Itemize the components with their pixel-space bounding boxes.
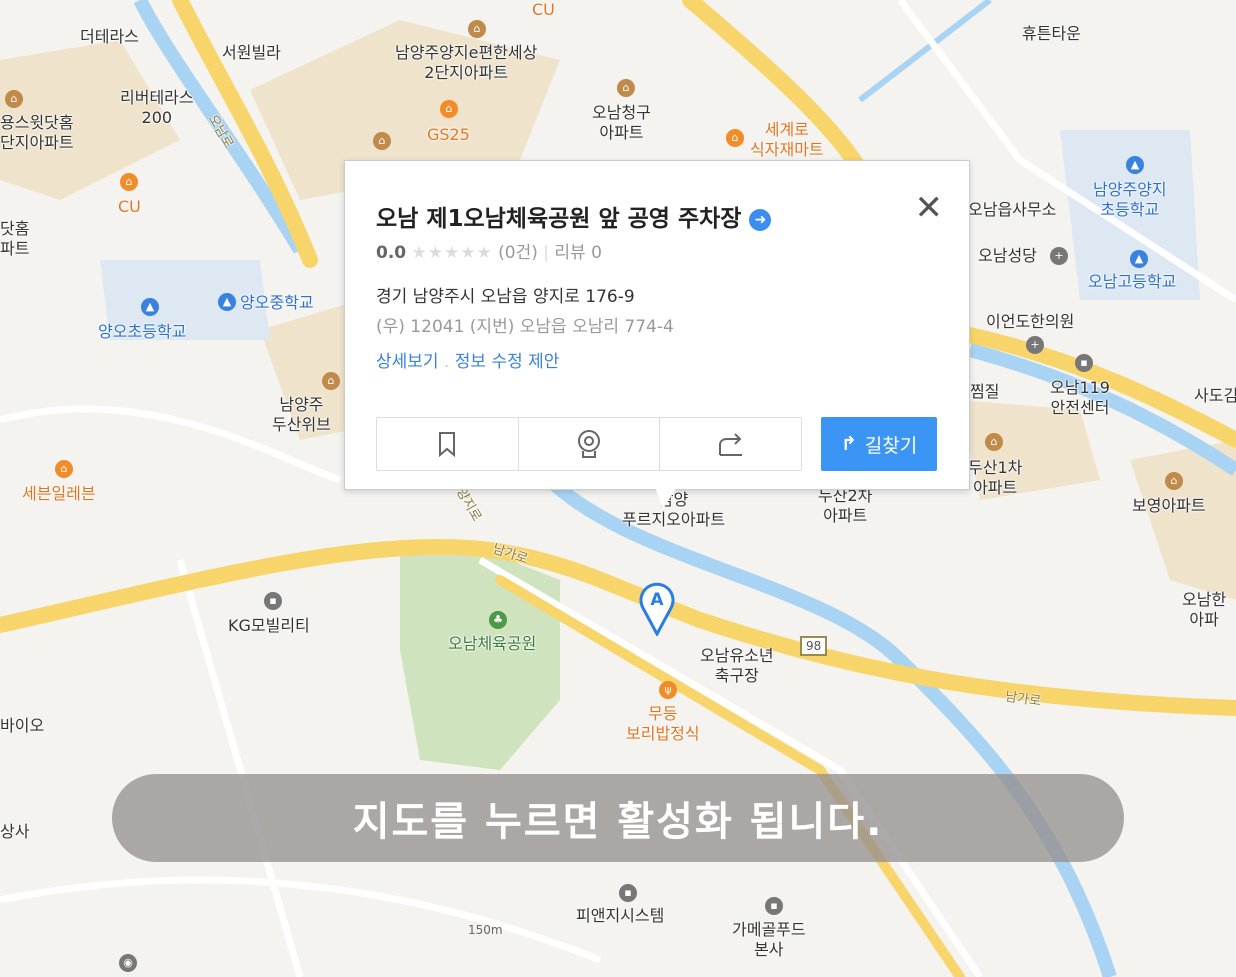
- park-area: [400, 545, 560, 770]
- directions-button[interactable]: ↱ 길찾기: [821, 417, 937, 471]
- map-label[interactable]: 남양주양지 초등학교: [1093, 180, 1167, 220]
- place-info-popup: 오남 제1오남체육공원 앞 공영 주차장 ➜ ✕ 0.0 ★★★★★ (0건) |…: [344, 160, 970, 509]
- school-icon[interactable]: ▲: [1130, 250, 1148, 268]
- place-title: 오남 제1오남체육공원 앞 공영 주차장 ➜: [376, 199, 772, 233]
- fire-station-icon[interactable]: ▪: [1075, 354, 1093, 372]
- rating-row: 0.0 ★★★★★ (0건) | 리뷰 0: [376, 238, 602, 263]
- map-label[interactable]: 두산1차 아파트: [968, 458, 1022, 498]
- rating-count: (0건): [498, 243, 538, 263]
- bookmark-icon: [439, 432, 456, 457]
- map-label[interactable]: 오남성당: [978, 246, 1037, 266]
- company-icon[interactable]: ▪: [765, 897, 783, 915]
- park-icon[interactable]: ♣: [489, 611, 507, 629]
- map-label[interactable]: 양오중학교: [240, 293, 314, 313]
- company-icon[interactable]: ▪: [619, 884, 637, 902]
- close-button[interactable]: ✕: [915, 191, 944, 225]
- action-buttons: [376, 417, 802, 471]
- map-label[interactable]: 오남119 안전센터: [1050, 378, 1110, 418]
- share-icon: [718, 433, 742, 456]
- map-label[interactable]: 사도김: [1194, 386, 1236, 406]
- map-label[interactable]: 양오초등학교: [98, 322, 186, 342]
- review-count[interactable]: 리뷰 0: [554, 243, 602, 263]
- apartment-icon[interactable]: ⌂: [5, 90, 23, 108]
- school-icon[interactable]: ▲: [141, 298, 159, 316]
- map-label[interactable]: CU: [532, 0, 555, 20]
- route-shield: 98: [800, 636, 828, 656]
- school-icon[interactable]: ▲: [218, 293, 236, 311]
- map-label[interactable]: 리버테라스 200: [120, 88, 194, 128]
- map-label[interactable]: 남양주양지e편한세상 2단지아파트: [395, 43, 537, 83]
- banner-text: 지도를 누르면 활성화 됩니다.: [352, 799, 884, 845]
- map-label[interactable]: 오남체육공원: [448, 634, 536, 654]
- apartment-icon[interactable]: ⌂: [1165, 472, 1183, 490]
- star-rating-icon: ★★★★★: [411, 243, 493, 263]
- roadview-icon: [578, 430, 600, 458]
- map-label[interactable]: 휴튼타운: [1022, 24, 1081, 44]
- map-label[interactable]: 피앤지시스템: [576, 906, 664, 926]
- map-label[interactable]: 오남유소년 축구장: [700, 646, 774, 686]
- map-label[interactable]: 오남고등학교: [1088, 272, 1176, 292]
- map-label[interactable]: GS25: [427, 125, 470, 145]
- map-label[interactable]: 닷홈 파트: [0, 219, 29, 259]
- rating-score: 0.0: [376, 243, 407, 263]
- place-title-text[interactable]: 오남 제1오남체육공원 앞 공영 주차장: [376, 206, 741, 232]
- map-label[interactable]: 바이오: [0, 716, 44, 736]
- map-scale: 150m: [468, 923, 503, 937]
- map-label[interactable]: 가메골푸드 본사: [732, 920, 806, 960]
- apartment-icon[interactable]: ⌂: [322, 372, 340, 390]
- arrow-right-icon[interactable]: ➜: [749, 208, 772, 231]
- map-label[interactable]: 찜질: [970, 382, 999, 402]
- marker-label: A: [650, 590, 664, 610]
- map-label[interactable]: 상사: [0, 822, 29, 842]
- apartment-icon[interactable]: ⌂: [985, 433, 1003, 451]
- directions-label: 길찾기: [864, 434, 918, 457]
- map-label[interactable]: CU: [118, 197, 141, 217]
- map-label[interactable]: 오남청구 아파트: [592, 103, 651, 143]
- bookmark-button[interactable]: [377, 418, 519, 470]
- hospital-icon[interactable]: +: [1026, 336, 1044, 354]
- map-label[interactable]: 세계로 식자재마트: [750, 120, 824, 160]
- map-label[interactable]: 오남한 아파: [1182, 590, 1226, 630]
- map-label[interactable]: 세븐일레븐: [22, 484, 96, 504]
- store-icon[interactable]: ⌂: [120, 173, 138, 191]
- lot-address: (우) 12041 (지번) 오남읍 오남리 774-4: [376, 317, 674, 337]
- divider: |: [543, 243, 550, 263]
- church-icon[interactable]: +: [1050, 247, 1068, 265]
- store-icon[interactable]: ⌂: [55, 460, 73, 478]
- activate-map-banner[interactable]: 지도를 누르면 활성화 됩니다.: [112, 774, 1124, 862]
- popup-links: 상세보기 . 정보 수정 제안: [376, 347, 559, 372]
- apartment-icon[interactable]: ⌂: [373, 132, 391, 150]
- roadview-button[interactable]: [519, 418, 661, 470]
- directions-icon: ↱: [840, 433, 857, 455]
- restaurant-icon[interactable]: ψ: [659, 681, 677, 699]
- edit-suggestion-link[interactable]: 정보 수정 제안: [455, 352, 560, 372]
- apartment-icon[interactable]: ⌂: [617, 79, 635, 97]
- map-label[interactable]: 남양주 두산위브: [272, 395, 331, 435]
- road-address: 경기 남양주시 오남읍 양지로 176-9: [376, 287, 635, 307]
- mart-icon[interactable]: ⌂: [726, 129, 744, 147]
- share-button[interactable]: [660, 418, 801, 470]
- location-marker-a[interactable]: A: [638, 578, 676, 636]
- car-icon[interactable]: ▪: [264, 592, 282, 610]
- map-label[interactable]: 보영아파트: [1132, 496, 1206, 516]
- camera-icon[interactable]: ◉: [119, 954, 137, 972]
- map-label[interactable]: 더테라스: [80, 27, 139, 47]
- apartment-icon[interactable]: ⌂: [468, 20, 486, 38]
- map-label[interactable]: KG모빌리티: [228, 616, 310, 636]
- map-label[interactable]: 무등 보리밥정식: [626, 704, 700, 744]
- map-label[interactable]: 용스윗닷홈 단지아파트: [0, 113, 74, 153]
- map-label[interactable]: 오남읍사무소: [968, 200, 1056, 220]
- store-icon[interactable]: ⌂: [440, 100, 458, 118]
- school-icon[interactable]: ▲: [1126, 156, 1144, 174]
- map-label[interactable]: 두산2차 아파트: [818, 486, 872, 526]
- map-label[interactable]: 이언도한의원: [986, 312, 1074, 332]
- detail-link[interactable]: 상세보기: [376, 352, 439, 372]
- separator: .: [443, 352, 450, 372]
- map-label[interactable]: 서원빌라: [222, 43, 281, 63]
